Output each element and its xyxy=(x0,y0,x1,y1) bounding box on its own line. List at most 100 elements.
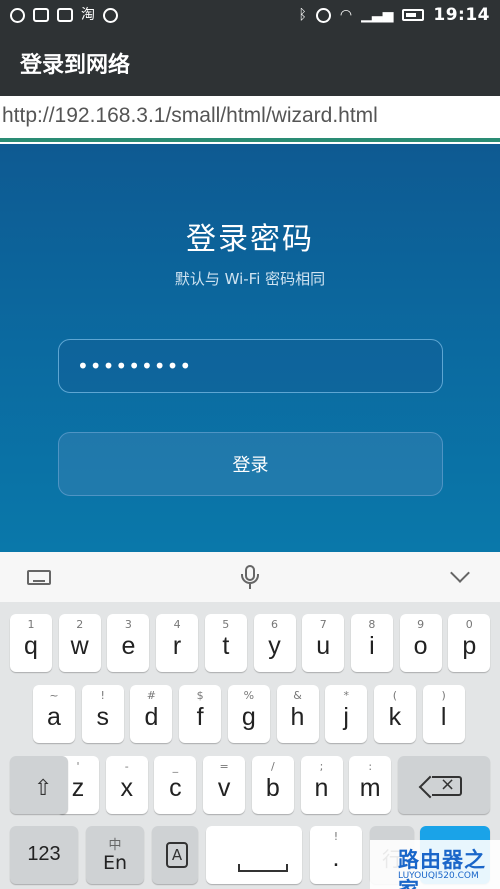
key-hint: 3 xyxy=(124,618,132,631)
key-t[interactable]: 5t xyxy=(204,614,247,672)
messenger-icon xyxy=(10,7,25,23)
key-label: c xyxy=(169,774,182,802)
key-label: t xyxy=(222,632,230,660)
key-label: v xyxy=(217,774,231,802)
key-s[interactable]: ! s xyxy=(81,685,124,743)
key-label: s xyxy=(96,703,109,731)
key-hint: 8 xyxy=(368,618,376,631)
watermark-text: 路由器之家 xyxy=(398,848,486,889)
keyboard-toolbar xyxy=(0,552,500,602)
key-label: i xyxy=(369,632,375,660)
soft-keyboard: 1q2w3e4r5t6y7u8i9o0p ~ a! s # d $ f% g & h * j(k) l … xyxy=(0,552,500,889)
key-hint: $ xyxy=(196,689,204,702)
key-hint: ) xyxy=(441,689,446,702)
key-w[interactable]: 2w xyxy=(58,614,101,672)
alarm-icon xyxy=(315,7,331,23)
key-hint: # xyxy=(146,689,156,702)
login-button-label: 登录 xyxy=(232,455,269,476)
battery-icon xyxy=(402,9,425,21)
key-v[interactable]: = v xyxy=(203,756,246,814)
system-icons: ᛒ ◠ ▁▃▅ 19:14 xyxy=(298,5,490,25)
keyboard-notification-icon xyxy=(33,8,49,22)
key-q[interactable]: 1q xyxy=(10,614,52,672)
key-k[interactable]: (k xyxy=(373,685,416,743)
key-label: l xyxy=(440,703,447,731)
key-label: p xyxy=(462,632,477,660)
key-u[interactable]: 7u xyxy=(302,614,345,672)
key-h[interactable]: & h xyxy=(276,685,319,743)
key-d[interactable]: # d xyxy=(130,685,173,743)
notification-icons: 淘 xyxy=(10,7,118,23)
key-i[interactable]: 8i xyxy=(350,614,393,672)
key-label: d xyxy=(144,703,159,731)
key-hint: 6 xyxy=(271,618,278,631)
key-b[interactable]: / b xyxy=(251,756,294,814)
key-hint: % xyxy=(243,689,255,702)
wifi-icon: ◠ xyxy=(339,7,353,23)
key-label: h xyxy=(290,703,305,731)
url-text: http://192.168.3.1/small/html/wizard.htm… xyxy=(2,104,378,127)
chevron-down-icon[interactable] xyxy=(446,562,476,592)
shift-key[interactable]: ⇧ xyxy=(10,756,68,814)
key-hint: = xyxy=(219,760,229,773)
key-n[interactable]: ; n xyxy=(300,756,343,814)
key-hint: 9 xyxy=(417,618,425,631)
key-label: m xyxy=(359,774,381,802)
key-hint: _ xyxy=(172,760,179,773)
key-a[interactable]: ~ a xyxy=(33,685,75,743)
key-c[interactable]: _ c xyxy=(154,756,197,814)
key-g[interactable]: % g xyxy=(227,685,270,743)
key-label: u xyxy=(316,632,331,660)
password-input[interactable]: ••••••••• xyxy=(58,339,443,393)
key-label: a xyxy=(47,703,61,731)
keyboard-icon[interactable] xyxy=(24,562,54,592)
numbers-key[interactable]: 123 xyxy=(10,826,78,884)
key-label: g xyxy=(241,703,256,731)
alpha-layout-key[interactable]: A xyxy=(152,826,198,884)
key-hint: ~ xyxy=(49,689,59,702)
key-p[interactable]: 0p xyxy=(448,614,491,672)
key-hint: ( xyxy=(392,689,398,702)
login-page: 登录密码 默认与 Wi-Fi 密码相同 ••••••••• 登录 xyxy=(0,144,500,552)
backspace-key[interactable]: × xyxy=(398,756,490,814)
page-load-progress xyxy=(0,136,500,144)
key-e[interactable]: 3e xyxy=(107,614,150,672)
url-bar[interactable]: http://192.168.3.1/small/html/wizard.htm… xyxy=(0,96,500,136)
key-hint: 4 xyxy=(173,618,181,631)
bluetooth-icon: ᛒ xyxy=(298,7,307,23)
shift-icon: ⇧ xyxy=(34,776,53,801)
key-l[interactable]: ) l xyxy=(422,685,465,743)
key-hint: / xyxy=(270,760,275,773)
key-f[interactable]: $ f xyxy=(179,685,222,743)
login-title: 登录密码 xyxy=(186,222,314,257)
progress-fill xyxy=(0,138,500,142)
key-r[interactable]: 4r xyxy=(156,614,199,672)
key-hint: 1 xyxy=(27,618,35,631)
key-hint: ; xyxy=(319,760,324,773)
key-label: f xyxy=(196,703,204,731)
key-label: k xyxy=(388,703,402,731)
key-j[interactable]: * j xyxy=(325,685,368,743)
login-subtitle: 默认与 Wi-Fi 密码相同 xyxy=(174,270,326,288)
key-y[interactable]: 6y xyxy=(253,614,296,672)
login-button[interactable]: 登录 xyxy=(58,432,443,496)
key-hint: 5 xyxy=(222,618,230,631)
taobao-icon: 淘 xyxy=(81,7,95,23)
space-key[interactable] xyxy=(206,826,302,884)
period-key[interactable]: ! . xyxy=(310,826,362,884)
status-bar: 淘 ᛒ ◠ ▁▃▅ 19:14 xyxy=(0,0,500,30)
key-label: j xyxy=(343,703,349,731)
key-m[interactable]: :m xyxy=(349,756,392,814)
app-bar: 登录到网络 xyxy=(0,30,500,96)
watermark-sub: LUYOUQI520.COM xyxy=(398,871,479,881)
microphone-icon[interactable] xyxy=(235,562,265,592)
language-switch-key[interactable]: 中 En xyxy=(86,826,144,884)
key-label: n xyxy=(314,774,329,802)
key-label: o xyxy=(413,632,428,660)
key-x[interactable]: -x xyxy=(105,756,148,814)
watermark: 路由器之家 LUYOUQI520.COM xyxy=(370,840,500,889)
key-label: q xyxy=(24,632,38,660)
key-o[interactable]: 9o xyxy=(399,614,442,672)
image-notification-icon xyxy=(57,8,73,22)
page-title: 登录到网络 xyxy=(20,53,131,78)
